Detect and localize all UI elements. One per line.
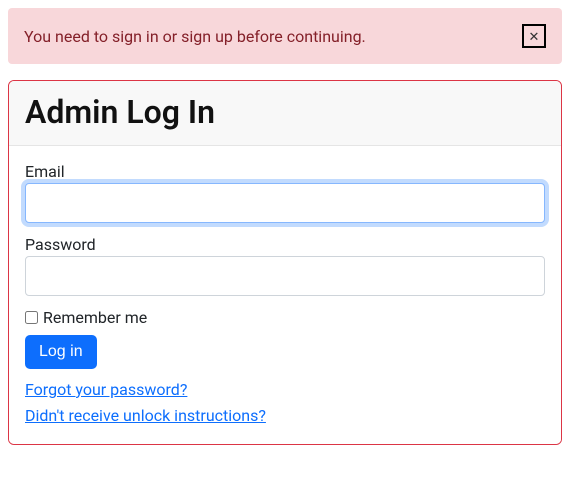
flash-alert: You need to sign in or sign up before co… (8, 8, 562, 64)
page-title: Admin Log In (25, 93, 545, 131)
login-card-header: Admin Log In (9, 81, 561, 146)
email-label: Email (25, 162, 545, 181)
password-label: Password (25, 235, 545, 254)
alert-close-button[interactable]: ✕ (522, 24, 546, 48)
remember-me-row: Remember me (25, 308, 545, 327)
forgot-password-link[interactable]: Forgot your password? (25, 377, 187, 403)
login-button[interactable]: Log in (25, 335, 97, 369)
login-card: Admin Log In Email Password Remember me … (8, 80, 562, 445)
flash-alert-message: You need to sign in or sign up before co… (24, 27, 366, 46)
unlock-instructions-link[interactable]: Didn't receive unlock instructions? (25, 403, 266, 429)
password-group: Password (25, 235, 545, 296)
login-card-body: Email Password Remember me Log in Forgot… (9, 146, 561, 444)
email-group: Email (25, 162, 545, 223)
close-icon: ✕ (529, 30, 540, 43)
auth-links: Forgot your password? Didn't receive unl… (25, 377, 545, 428)
remember-me-checkbox[interactable] (25, 311, 38, 324)
password-field[interactable] (25, 256, 545, 296)
email-field[interactable] (25, 183, 545, 223)
remember-me-label: Remember me (43, 308, 147, 327)
